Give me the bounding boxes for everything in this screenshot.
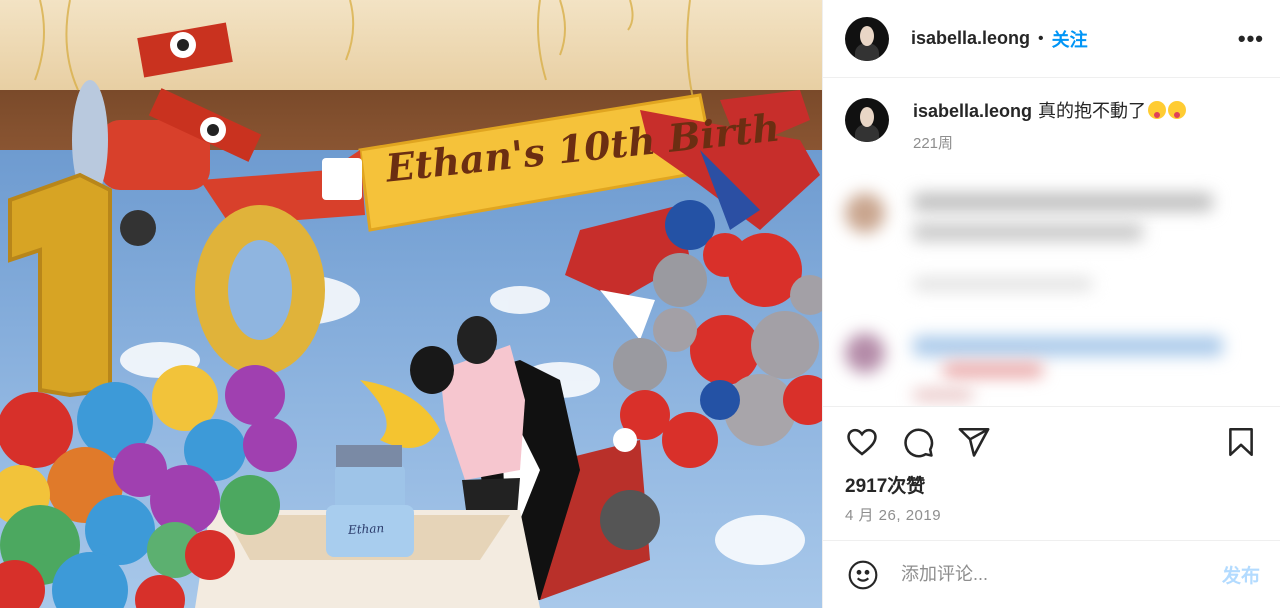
avatar[interactable] xyxy=(845,16,889,61)
tongue-emoji-icon xyxy=(1168,101,1187,119)
post-comment-button[interactable]: 发布 xyxy=(1222,561,1260,588)
caption: isabella.leong 真的抱不動了 221周 xyxy=(823,78,1280,153)
caption-line: isabella.leong 真的抱不動了 xyxy=(913,98,1187,124)
caption-avatar[interactable] xyxy=(845,98,889,142)
post-header: isabella.leong • 关注 ••• xyxy=(823,0,1280,78)
caption-body: isabella.leong 真的抱不動了 221周 xyxy=(913,98,1187,153)
share-icon[interactable] xyxy=(957,425,991,459)
add-comment-bar: 发布 xyxy=(823,540,1280,608)
follow-button[interactable]: 关注 xyxy=(1052,26,1088,52)
comment-icon[interactable] xyxy=(901,425,935,459)
comments-area[interactable]: isabella.leong 真的抱不動了 221周 xyxy=(823,78,1280,406)
comment-input[interactable] xyxy=(901,564,1222,585)
post-dialog: Ethan's 10th Birth Ethan isabella.leong … xyxy=(0,0,1280,608)
tongue-emoji-icon xyxy=(1148,101,1167,119)
header-username[interactable]: isabella.leong xyxy=(911,28,1030,49)
heart-icon[interactable] xyxy=(845,425,879,459)
bookmark-icon[interactable] xyxy=(1224,425,1258,459)
caption-time: 221周 xyxy=(913,135,954,152)
cake-text: Ethan xyxy=(347,521,385,537)
emoji-icon[interactable] xyxy=(847,559,879,591)
caption-text: 真的抱不動了 xyxy=(1038,101,1147,121)
post-photo[interactable]: Ethan's 10th Birth Ethan xyxy=(0,0,822,608)
action-bar: 2917次赞 4 月 26, 2019 xyxy=(823,406,1280,540)
like-count[interactable]: 2917次赞 xyxy=(845,471,1258,498)
post-date[interactable]: 4 月 26, 2019 xyxy=(845,504,1258,525)
more-options-icon[interactable]: ••• xyxy=(1238,26,1264,52)
caption-username[interactable]: isabella.leong xyxy=(913,101,1032,121)
separator-dot: • xyxy=(1038,29,1044,47)
photo-illustration xyxy=(0,0,822,608)
post-sidebar: isabella.leong • 关注 ••• isabella.leong 真的… xyxy=(822,0,1280,608)
action-icons xyxy=(845,425,1258,459)
